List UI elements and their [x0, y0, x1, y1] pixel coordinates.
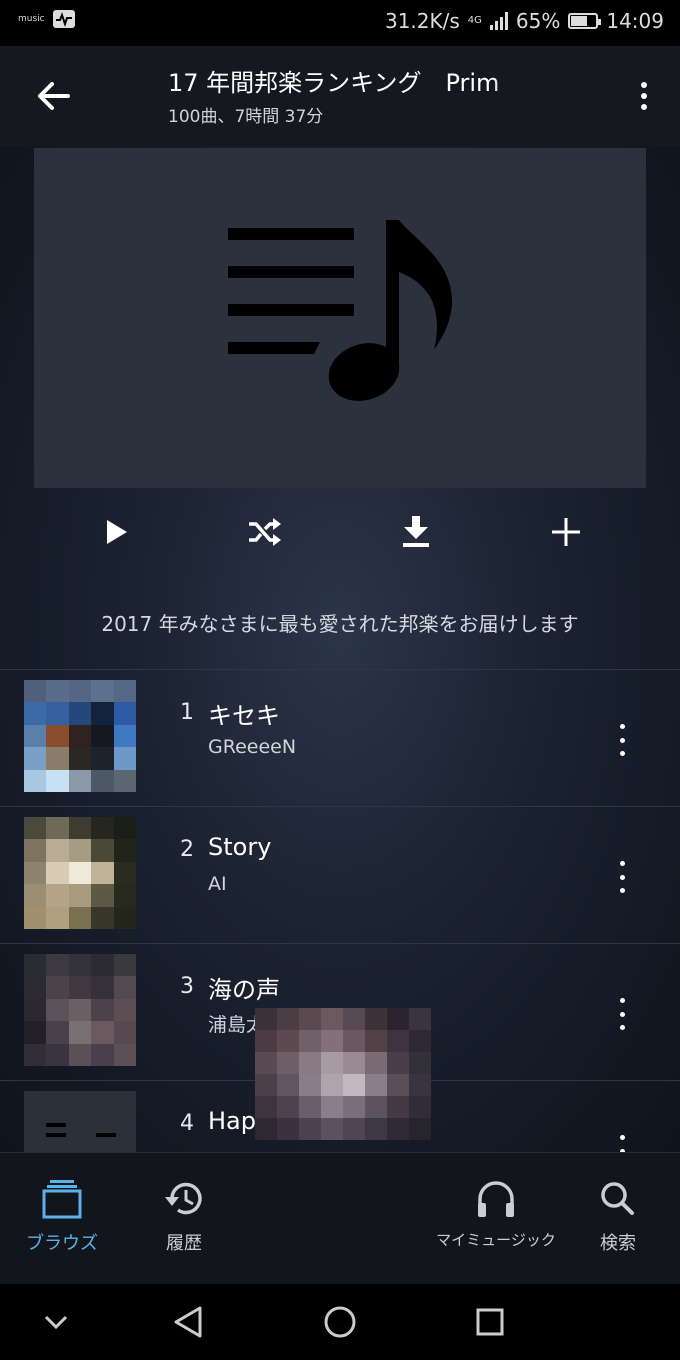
music-app-indicator: music [18, 14, 45, 24]
nav-history[interactable]: 履歴 [124, 1179, 244, 1255]
more-vertical-icon [619, 724, 625, 729]
play-button[interactable] [92, 508, 140, 556]
more-dot [619, 888, 625, 893]
clock: 14:09 [606, 9, 664, 33]
circle-home-icon [324, 1306, 356, 1338]
track-number: 4 [180, 1111, 194, 1136]
battery-icon [568, 13, 602, 29]
square-recents-icon [476, 1308, 504, 1336]
collapse-nav-button[interactable] [36, 1302, 76, 1342]
playlist-description: 2017 年みなさまに最も愛された邦楽をお届けします [101, 612, 579, 636]
net-speed: 31.2K/s [384, 9, 460, 33]
nav-my-music[interactable]: マイミュージック [436, 1179, 556, 1250]
search-icon [601, 1182, 634, 1215]
more-dot [619, 874, 625, 880]
more-vertical-icon [619, 1135, 625, 1140]
nav-search-label: 検索 [600, 1233, 636, 1254]
more-vertical-icon [641, 82, 647, 88]
track-title: キセキ [208, 702, 280, 730]
shuffle-icon [249, 518, 281, 546]
status-left: music [18, 10, 75, 28]
status-right: 31.2K/s 4G 65% 14:09 [385, 9, 664, 33]
nav-browse[interactable]: ブラウズ [2, 1179, 122, 1255]
track-artwork [24, 817, 136, 929]
more-dot [641, 104, 647, 110]
nav-history-label: 履歴 [166, 1233, 202, 1254]
track-artist: AI [208, 873, 227, 895]
nav-search[interactable]: 検索 [558, 1179, 678, 1255]
nav-browse-label: ブラウズ [26, 1233, 98, 1254]
header-titles: 17 年間邦楽ランキング Prim 100曲、7時間 37分 [168, 68, 513, 127]
track-more-button[interactable] [612, 1135, 632, 1152]
overflow-menu-button[interactable] [636, 78, 652, 114]
signal-icon [489, 12, 508, 30]
more-dot [619, 737, 625, 743]
track-artist: GReeeeN [208, 736, 297, 758]
track-more-button[interactable] [612, 724, 632, 756]
history-icon [165, 1182, 202, 1215]
download-button[interactable] [392, 508, 440, 556]
more-dot [619, 751, 625, 756]
track-row[interactable]: 2 Story AI [0, 806, 680, 943]
back-button[interactable] [28, 74, 78, 118]
system-home-button[interactable] [320, 1302, 360, 1342]
plus-icon [552, 518, 580, 546]
app-bar: 17 年間邦楽ランキング Prim 100曲、7時間 37分 [0, 46, 680, 146]
track-artwork [24, 1091, 136, 1152]
playlist-content: 2017 年みなさまに最も愛された邦楽をお届けします 1 キセキ GReeeeN… [0, 146, 680, 1152]
arrow-left-icon [38, 82, 70, 110]
headphones-icon [478, 1181, 514, 1217]
nav-my-music-label: マイミュージック [436, 1231, 556, 1249]
add-to-playlist-button[interactable] [542, 508, 590, 556]
more-vertical-icon [619, 861, 625, 866]
play-icon [107, 520, 127, 544]
title-fade [494, 68, 516, 102]
system-back-button[interactable] [168, 1302, 208, 1342]
network-type: 4G [467, 15, 482, 26]
track-more-button[interactable] [612, 861, 632, 893]
track-number: 3 [180, 974, 194, 999]
page-subtitle: 100曲、7時間 37分 [168, 107, 324, 127]
page-title: 17 年間邦楽ランキング Prim [168, 69, 500, 97]
track-artwork [24, 954, 136, 1066]
track-title: Story [208, 833, 272, 861]
activity-icon [52, 10, 75, 28]
now-playing-artwork[interactable] [255, 1008, 431, 1140]
track-title: 海の声 [208, 976, 280, 1004]
triangle-back-icon [174, 1306, 202, 1338]
more-dot [619, 1025, 625, 1030]
system-recents-button[interactable] [470, 1302, 510, 1342]
more-vertical-icon [619, 998, 625, 1003]
status-bar: music 31.2K/s 4G 65% 14:09 [0, 0, 680, 46]
download-icon [403, 516, 429, 547]
track-more-button[interactable] [612, 998, 632, 1030]
more-dot [619, 1011, 625, 1017]
track-row[interactable]: 1 キセキ GReeeeN [0, 669, 680, 806]
more-dot [641, 93, 647, 99]
playlist-cover [34, 148, 646, 488]
playlist-actions [0, 508, 680, 556]
bottom-navigation: ブラウズ 履歴 マイミュージック 検索 [0, 1152, 680, 1284]
playlist-music-icon [228, 220, 453, 401]
browse-icon [42, 1180, 82, 1219]
battery-percent: 65% [515, 9, 561, 33]
track-number: 2 [180, 837, 194, 862]
track-number: 1 [180, 700, 194, 725]
system-navigation [0, 1284, 680, 1360]
chevron-down-icon [44, 1315, 68, 1330]
shuffle-button[interactable] [240, 508, 288, 556]
track-artwork [24, 680, 136, 792]
